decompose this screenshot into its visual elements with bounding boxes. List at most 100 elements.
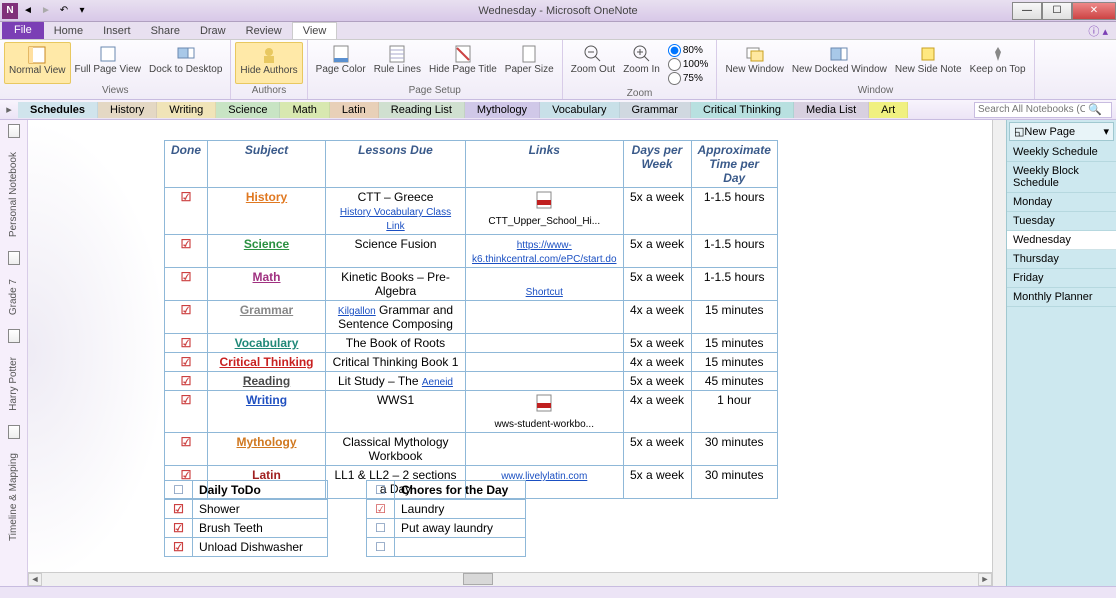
notebook-icon[interactable] bbox=[8, 124, 20, 138]
tab-share[interactable]: Share bbox=[141, 23, 190, 39]
section-tab-media-list[interactable]: Media List bbox=[794, 102, 869, 118]
new-side-note-button[interactable]: New Side Note bbox=[891, 42, 966, 84]
hyperlink[interactable]: https://www-k6.thinkcentral.com/ePC/star… bbox=[472, 240, 617, 265]
notebook-icon[interactable] bbox=[8, 425, 20, 439]
chores-checkbox[interactable]: ☐ bbox=[367, 481, 395, 500]
section-tab-writing[interactable]: Writing bbox=[157, 102, 216, 118]
tab-file[interactable]: File bbox=[2, 21, 44, 39]
scroll-right-icon[interactable]: ► bbox=[978, 573, 992, 586]
notebook-icon[interactable] bbox=[8, 329, 20, 343]
tab-review[interactable]: Review bbox=[236, 23, 292, 39]
back-icon[interactable]: ◄ bbox=[20, 3, 36, 19]
forward-icon[interactable]: ► bbox=[38, 3, 54, 19]
todo-checkbox[interactable]: ☐ bbox=[165, 481, 193, 500]
notebook-icon[interactable] bbox=[8, 251, 20, 265]
keep-on-top-button[interactable]: Keep on Top bbox=[966, 42, 1030, 84]
new-docked-window-button[interactable]: New Docked Window bbox=[788, 42, 891, 84]
checkbox-icon[interactable]: ☑ bbox=[181, 374, 192, 388]
section-tab-reading-list[interactable]: Reading List bbox=[379, 102, 465, 118]
full-page-view-button[interactable]: Full Page View bbox=[71, 42, 146, 84]
rule-lines-button[interactable]: Rule Lines bbox=[370, 42, 425, 84]
new-window-button[interactable]: New Window bbox=[721, 42, 787, 84]
zoom-100-option[interactable]: 100% bbox=[668, 58, 709, 71]
page-tab-monthly-planner[interactable]: Monthly Planner bbox=[1007, 288, 1116, 307]
checkbox-icon[interactable]: ☑ bbox=[181, 355, 192, 369]
tab-view[interactable]: View bbox=[292, 22, 338, 39]
subject-link[interactable]: Science bbox=[244, 237, 289, 251]
checkbox-icon[interactable]: ☑ bbox=[181, 303, 192, 317]
subject-link[interactable]: Reading bbox=[243, 374, 290, 388]
section-tab-math[interactable]: Math bbox=[280, 102, 329, 118]
checkbox-icon[interactable]: ☑ bbox=[181, 336, 192, 350]
notebook-label[interactable]: Grade 7 bbox=[8, 279, 19, 315]
subject-link[interactable]: Critical Thinking bbox=[219, 355, 313, 369]
checkbox-icon[interactable]: ☑ bbox=[181, 393, 192, 407]
section-tab-history[interactable]: History bbox=[98, 102, 157, 118]
section-tab-art[interactable]: Art bbox=[869, 102, 908, 118]
tab-insert[interactable]: Insert bbox=[93, 23, 141, 39]
section-tab-vocabulary[interactable]: Vocabulary bbox=[540, 102, 619, 118]
page-tab-friday[interactable]: Friday bbox=[1007, 269, 1116, 288]
zoom-out-button[interactable]: Zoom Out bbox=[567, 42, 619, 87]
checkbox-icon[interactable]: ☑ bbox=[181, 435, 192, 449]
notebook-label[interactable]: Personal Notebook bbox=[8, 152, 19, 237]
subject-link[interactable]: Writing bbox=[246, 393, 287, 407]
notebook-label[interactable]: Timeline & Mapping bbox=[8, 453, 19, 541]
section-tab-critical-thinking[interactable]: Critical Thinking bbox=[691, 102, 794, 118]
dock-desktop-button[interactable]: Dock to Desktop bbox=[145, 42, 226, 84]
tab-home[interactable]: Home bbox=[44, 23, 93, 39]
checkbox-icon[interactable]: ☐ bbox=[375, 540, 386, 554]
checkbox-icon[interactable]: ☑ bbox=[173, 521, 184, 535]
subject-link[interactable]: History bbox=[246, 190, 287, 204]
page-tab-weekly-schedule[interactable]: Weekly Schedule bbox=[1007, 143, 1116, 162]
page-tab-tuesday[interactable]: Tuesday bbox=[1007, 212, 1116, 231]
zoom-in-button[interactable]: Zoom In bbox=[619, 42, 664, 87]
close-button[interactable]: ✕ bbox=[1072, 2, 1116, 20]
search-input[interactable] bbox=[975, 104, 1085, 115]
checkbox-icon[interactable]: ☑ bbox=[181, 270, 192, 284]
checkbox-icon[interactable]: ☐ bbox=[375, 521, 386, 535]
checkbox-icon[interactable]: ☑ bbox=[173, 540, 184, 554]
page-canvas[interactable]: Done Subject Lessons Due Links Days per … bbox=[28, 120, 992, 586]
checkbox-icon[interactable]: ☑ bbox=[181, 237, 192, 251]
subject-link[interactable]: Mythology bbox=[237, 435, 297, 449]
checkbox-icon[interactable]: ☑ bbox=[375, 502, 386, 516]
vertical-scrollbar[interactable] bbox=[992, 120, 1006, 586]
tab-draw[interactable]: Draw bbox=[190, 23, 236, 39]
pdf-icon[interactable] bbox=[534, 190, 554, 210]
section-tab-science[interactable]: Science bbox=[216, 102, 280, 118]
section-tab-schedules[interactable]: Schedules bbox=[18, 102, 98, 118]
hide-authors-button[interactable]: Hide Authors bbox=[235, 42, 302, 84]
hyperlink[interactable]: Shortcut bbox=[526, 287, 563, 298]
zoom-75-option[interactable]: 75% bbox=[668, 72, 709, 85]
page-tab-weekly-block-schedule[interactable]: Weekly Block Schedule bbox=[1007, 162, 1116, 193]
qat-more-icon[interactable]: ▾ bbox=[74, 3, 90, 19]
search-icon[interactable]: 🔍 bbox=[1085, 103, 1105, 116]
page-color-button[interactable]: Page Color bbox=[312, 42, 370, 84]
section-tab-mythology[interactable]: Mythology bbox=[465, 102, 540, 118]
paper-size-button[interactable]: Paper Size bbox=[501, 42, 558, 84]
page-tab-wednesday[interactable]: Wednesday bbox=[1007, 231, 1116, 250]
zoom-80-option[interactable]: 80% bbox=[668, 44, 709, 57]
section-tab-grammar[interactable]: Grammar bbox=[620, 102, 691, 118]
scroll-thumb[interactable] bbox=[463, 573, 493, 585]
new-page-button[interactable]: ◱ New Page▾ bbox=[1009, 122, 1114, 141]
subject-link[interactable]: Math bbox=[253, 270, 281, 284]
page-tab-thursday[interactable]: Thursday bbox=[1007, 250, 1116, 269]
undo-icon[interactable]: ↶ bbox=[56, 3, 72, 19]
ribbon-help-icon[interactable]: ⓘ ▴ bbox=[1088, 23, 1116, 39]
checkbox-icon[interactable]: ☑ bbox=[181, 190, 192, 204]
subject-link[interactable]: Grammar bbox=[240, 303, 293, 317]
search-box[interactable]: 🔍 bbox=[974, 102, 1112, 118]
normal-view-button[interactable]: Normal View bbox=[4, 42, 71, 84]
page-tab-monday[interactable]: Monday bbox=[1007, 193, 1116, 212]
subject-link[interactable]: Vocabulary bbox=[235, 336, 299, 350]
checkbox-icon[interactable]: ☑ bbox=[173, 502, 184, 516]
section-tab-latin[interactable]: Latin bbox=[330, 102, 379, 118]
horizontal-scrollbar[interactable]: ◄ ► bbox=[28, 572, 992, 586]
maximize-button[interactable]: ☐ bbox=[1042, 2, 1072, 20]
notebook-label[interactable]: Harry Potter bbox=[8, 357, 19, 411]
expand-notebooks-icon[interactable]: ▸ bbox=[0, 103, 18, 116]
scroll-left-icon[interactable]: ◄ bbox=[28, 573, 42, 586]
pdf-icon[interactable] bbox=[534, 393, 554, 413]
